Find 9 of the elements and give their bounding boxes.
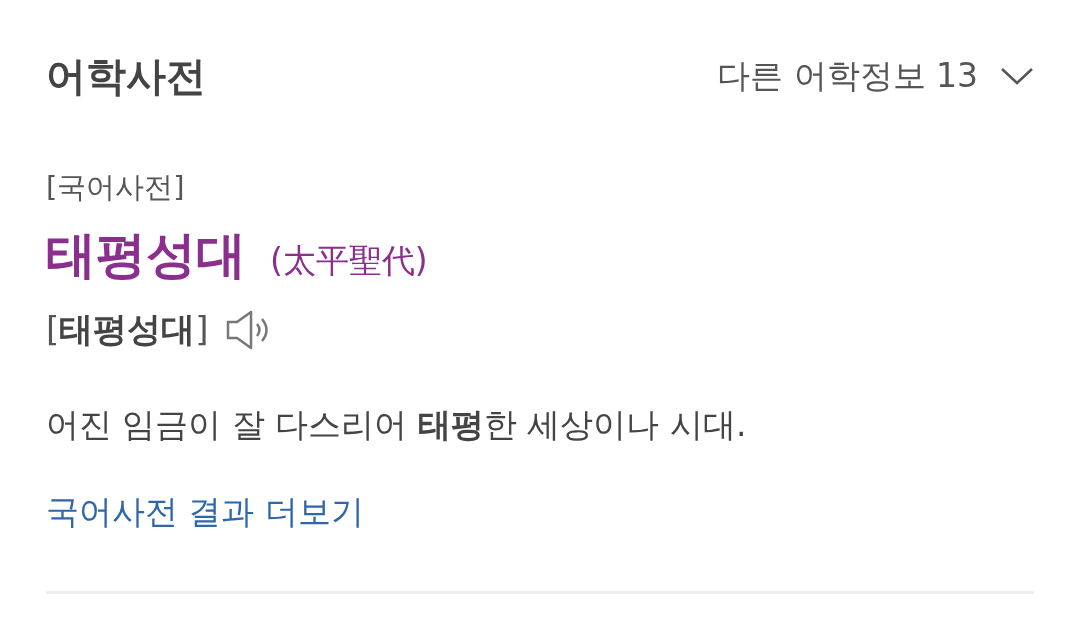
headword: 태평성대 — [46, 225, 246, 286]
dictionary-source: [국어사전] — [46, 169, 186, 206]
more-results-link[interactable]: 국어사전 결과 더보기 — [46, 490, 364, 535]
section-title: 어학사전 — [46, 51, 206, 101]
definition-text: 어진 임금이 잘 다스리어 태평한 세상이나 시대. — [46, 404, 748, 446]
hanja-text: (太平聖代) — [270, 240, 428, 282]
chevron-down-icon — [1000, 66, 1034, 86]
more-info-button[interactable]: 다른 어학정보 13 — [717, 53, 1034, 99]
pronunciation: [태평성대] — [46, 308, 209, 351]
